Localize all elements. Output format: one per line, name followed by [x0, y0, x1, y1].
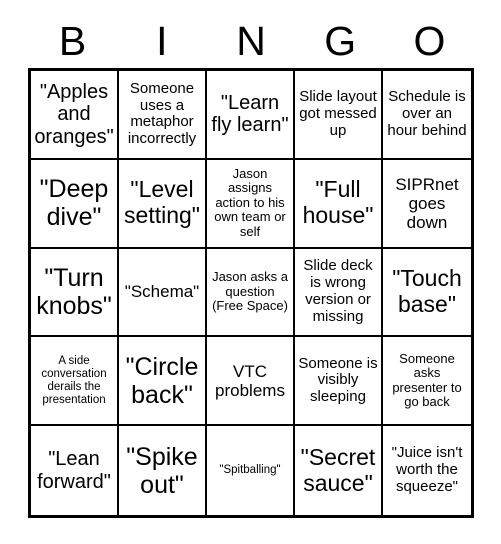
bingo-cell-label: Someone is visibly sleeping [298, 354, 378, 406]
bingo-cell-label: Jason asks a question (Free Space) [212, 269, 288, 314]
bingo-cell[interactable]: Jason assigns action to his own team or … [207, 159, 295, 249]
bingo-cell-free-space[interactable]: Jason asks a question (Free Space) [207, 248, 295, 338]
bingo-cell[interactable]: "Turn knobs" [31, 248, 119, 338]
bingo-cell[interactable]: "Schema" [119, 248, 207, 338]
bingo-cell[interactable]: "Touch base" [383, 248, 471, 338]
bingo-cell-label: Schedule is over an hour behind [387, 88, 467, 139]
bingo-cell[interactable]: "Lean forward" [31, 426, 119, 515]
bingo-cell[interactable]: "Spitballing" [207, 426, 295, 515]
header-letter-i: I [156, 17, 168, 64]
bingo-cell-label: "Spitballing" [219, 464, 281, 477]
bingo-cell[interactable]: Slide deck is wrong version or missing [295, 248, 383, 338]
bingo-cell[interactable]: "Deep dive" [31, 159, 119, 249]
bingo-cell[interactable]: "Circle back" [119, 337, 207, 427]
header-letter-b: B [58, 17, 87, 64]
bingo-cell-label: Slide layout got messed up [299, 88, 377, 139]
bingo-cell-label: "Turn knobs" [36, 263, 112, 320]
bingo-grid: "Apples and oranges" Someone uses a metap… [28, 68, 474, 518]
bingo-cell-label: "Deep dive" [39, 175, 109, 232]
bingo-cell-label: "Full house" [302, 176, 374, 229]
bingo-cell[interactable]: Schedule is over an hour behind [383, 71, 471, 160]
bingo-cell[interactable]: "Full house" [295, 159, 383, 249]
bingo-cell[interactable]: SIPRnet goes down [383, 159, 471, 249]
bingo-cell-label: "Circle back" [125, 352, 199, 409]
header-letter-n: N [236, 17, 266, 64]
bingo-cell[interactable]: "Juice isn't worth the squeeze" [383, 426, 471, 515]
bingo-cell-label: SIPRnet goes down [395, 174, 459, 232]
bingo-cell-label: "Lean forward" [37, 448, 111, 493]
bingo-cell-label: A side conversation derails the presenta… [41, 355, 107, 406]
bingo-cell-label: "Apples and oranges" [34, 80, 114, 148]
bingo-cell[interactable]: "Level setting" [119, 159, 207, 249]
bingo-cell[interactable]: A side conversation derails the presenta… [31, 337, 119, 427]
bingo-cell[interactable]: Someone is visibly sleeping [295, 337, 383, 427]
bingo-cell-label: Slide deck is wrong version or missing [303, 257, 373, 325]
bingo-card: B I N G O "Apples and oranges" Someone us… [0, 0, 501, 544]
bingo-cell[interactable]: Slide layout got messed up [295, 71, 383, 160]
bingo-cell-label: "Schema" [124, 282, 200, 302]
bingo-header: B I N G O [28, 14, 474, 68]
bingo-cell-label: "Secret sauce" [300, 443, 376, 496]
bingo-cell-label: "Spike out" [126, 442, 198, 499]
bingo-cell[interactable]: "Apples and oranges" [31, 71, 119, 160]
bingo-cell[interactable]: "Spike out" [119, 426, 207, 515]
bingo-cell[interactable]: Someone uses a metaphor incorrectly [119, 71, 207, 160]
bingo-cell-label: VTC problems [215, 361, 285, 400]
header-letter-g: G [324, 17, 357, 64]
bingo-cell-label: Jason assigns action to his own team or … [214, 165, 286, 240]
bingo-cell-label: "Touch base" [392, 265, 462, 317]
bingo-cell[interactable]: "Secret sauce" [295, 426, 383, 515]
bingo-cell-label: Someone uses a metaphor incorrectly [127, 79, 197, 148]
bingo-cell-label: "Learn fly learn" [211, 92, 289, 137]
bingo-cell[interactable]: "Learn fly learn" [207, 71, 295, 160]
bingo-cell-label: "Level setting" [124, 176, 200, 229]
bingo-cell[interactable]: VTC problems [207, 337, 295, 427]
bingo-cell-label: "Juice isn't worth the squeeze" [391, 444, 463, 495]
header-letter-o: O [413, 17, 446, 64]
bingo-cell[interactable]: Someone asks presenter to go back [383, 337, 471, 427]
bingo-cell-label: Someone asks presenter to go back [392, 350, 462, 410]
